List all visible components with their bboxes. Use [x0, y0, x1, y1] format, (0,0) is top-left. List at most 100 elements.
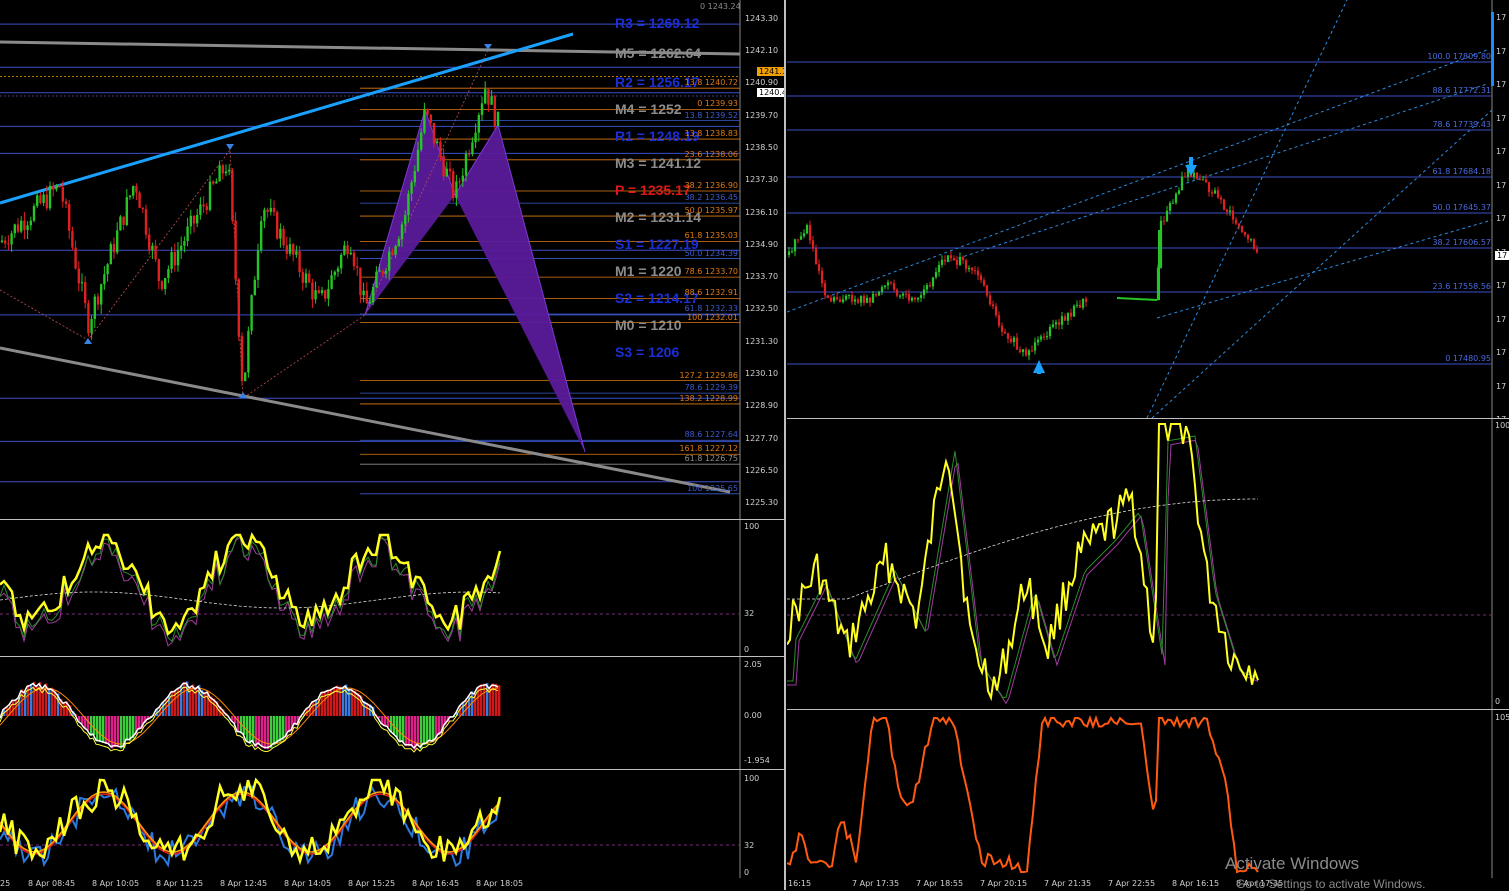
window-split[interactable] — [784, 0, 786, 890]
right-rsi-panel[interactable]: 105 — [787, 710, 1509, 878]
candle-body — [462, 176, 464, 182]
macd-bar — [429, 716, 431, 742]
macd-bar — [321, 692, 323, 716]
right-osc1-axis-top: 100 — [1495, 421, 1509, 430]
time-label: 8 Apr 12:45 — [220, 879, 267, 888]
candle-body — [1196, 173, 1198, 179]
candle-body — [788, 251, 790, 255]
candle-body — [806, 225, 808, 233]
candle-body — [308, 273, 310, 282]
candle-body — [1028, 350, 1030, 355]
candle-body — [908, 294, 910, 301]
time-label: 8 Apr 14:05 — [284, 879, 331, 888]
candle-body — [995, 306, 997, 315]
candle-body — [1160, 221, 1162, 268]
candle-body — [1016, 338, 1018, 350]
candle-body — [337, 268, 339, 271]
candle-body — [1208, 182, 1210, 192]
candle-body — [375, 272, 377, 287]
time-label: 8 Apr 11:25 — [156, 879, 203, 888]
candle-body — [234, 221, 236, 280]
price-axis-label: 17 — [1496, 147, 1506, 156]
candle-body — [911, 298, 913, 301]
candle-body — [359, 268, 361, 296]
fractal-arrow-down — [1185, 165, 1197, 176]
candle-body — [1253, 239, 1255, 249]
left-macd-panel[interactable]: 2.05 0.00 -1.954 — [0, 657, 784, 769]
left-rsi-panel[interactable]: 100 32 0 — [0, 770, 784, 878]
candle-body — [487, 89, 489, 105]
candle-body — [420, 132, 422, 149]
candle-body — [1076, 305, 1078, 306]
candle-body — [809, 225, 811, 240]
fractal-arrow-up-stem — [1037, 366, 1041, 374]
macd-bar — [255, 716, 257, 747]
candle-body — [1211, 192, 1213, 193]
left-stoch-panel[interactable]: 100 32 0 — [0, 520, 784, 656]
candle-body — [302, 272, 304, 283]
candle-body — [468, 154, 470, 155]
candle-body — [965, 260, 967, 269]
left-time-axis: 258 Apr 08:458 Apr 10:058 Apr 11:258 Apr… — [0, 878, 784, 890]
price-axis-label: 17 — [1496, 281, 1506, 290]
macd-bar — [339, 687, 341, 716]
fib-label: 78.6 17739.43 — [1432, 120, 1491, 129]
candle-body — [113, 244, 115, 252]
pivot-label: S3 = 1206 — [615, 344, 679, 360]
candle-body — [263, 210, 265, 221]
candle-body — [452, 171, 454, 198]
left-price-panel[interactable]: R3 = 1269.12M5 = 1262.64R2 = 1256.17M4 =… — [0, 0, 784, 519]
price-axis-label: 1243.30 — [745, 14, 778, 23]
candle-body — [923, 289, 925, 295]
macd-bar — [399, 716, 401, 743]
right-price-panel[interactable]: 100.0 17809.8088.6 17772.3178.6 17739.43… — [787, 0, 1509, 418]
candle-body — [164, 278, 166, 289]
candle-body — [1079, 305, 1081, 308]
trend-dashed — [787, 50, 1487, 312]
right-osc1-axis-bottom: 0 — [1495, 697, 1500, 706]
price-axis-label: 17 — [1496, 315, 1506, 324]
time-label: 7 Apr 20:15 — [980, 879, 1027, 888]
candle-body — [1067, 313, 1069, 321]
macd-bar — [432, 716, 434, 742]
candle-body — [959, 257, 961, 265]
harmonic-outline — [365, 110, 585, 452]
candle-body — [1175, 194, 1177, 203]
time-label: 7 Apr 21:35 — [1044, 879, 1091, 888]
candle-body — [1250, 239, 1252, 240]
candle-body — [324, 290, 326, 298]
candle-body — [449, 169, 451, 171]
candle-body — [442, 156, 444, 177]
scroll-indicator[interactable] — [1491, 12, 1494, 86]
candle-body — [1217, 190, 1219, 197]
macd-bar — [498, 685, 500, 716]
macd-bar — [111, 716, 113, 748]
stoch-slow — [787, 436, 1258, 698]
candle-body — [950, 255, 952, 258]
candle-body — [1235, 220, 1237, 224]
candle-body — [84, 282, 86, 303]
fib-label: 88.6 1227.64 — [685, 430, 738, 439]
top-level-label: 0 1243.24 — [700, 2, 741, 11]
candle-body — [1214, 190, 1216, 193]
macd-bar — [204, 692, 206, 716]
macd-bar — [396, 716, 398, 738]
pivot-label: M0 = 1210 — [615, 317, 682, 333]
price-axis-label: 1239.70 — [745, 111, 778, 120]
candle-body — [497, 112, 499, 126]
candle-body — [212, 182, 214, 184]
candle-body — [494, 96, 496, 126]
macd-bar — [171, 691, 173, 716]
candle-body — [94, 297, 96, 319]
candle-body — [74, 248, 76, 269]
candle-body — [812, 240, 814, 248]
osc2-axis-top: 2.05 — [744, 660, 762, 669]
candle-body — [55, 185, 57, 189]
right-stoch-panel[interactable]: 100 0 — [787, 419, 1509, 709]
candle-body — [282, 229, 284, 245]
fractal-arrow — [226, 144, 234, 150]
candle-body — [1166, 211, 1168, 222]
fib-label: 61.8 17684.18 — [1432, 167, 1491, 176]
macd-bar — [243, 716, 245, 735]
candle-body — [260, 221, 262, 250]
